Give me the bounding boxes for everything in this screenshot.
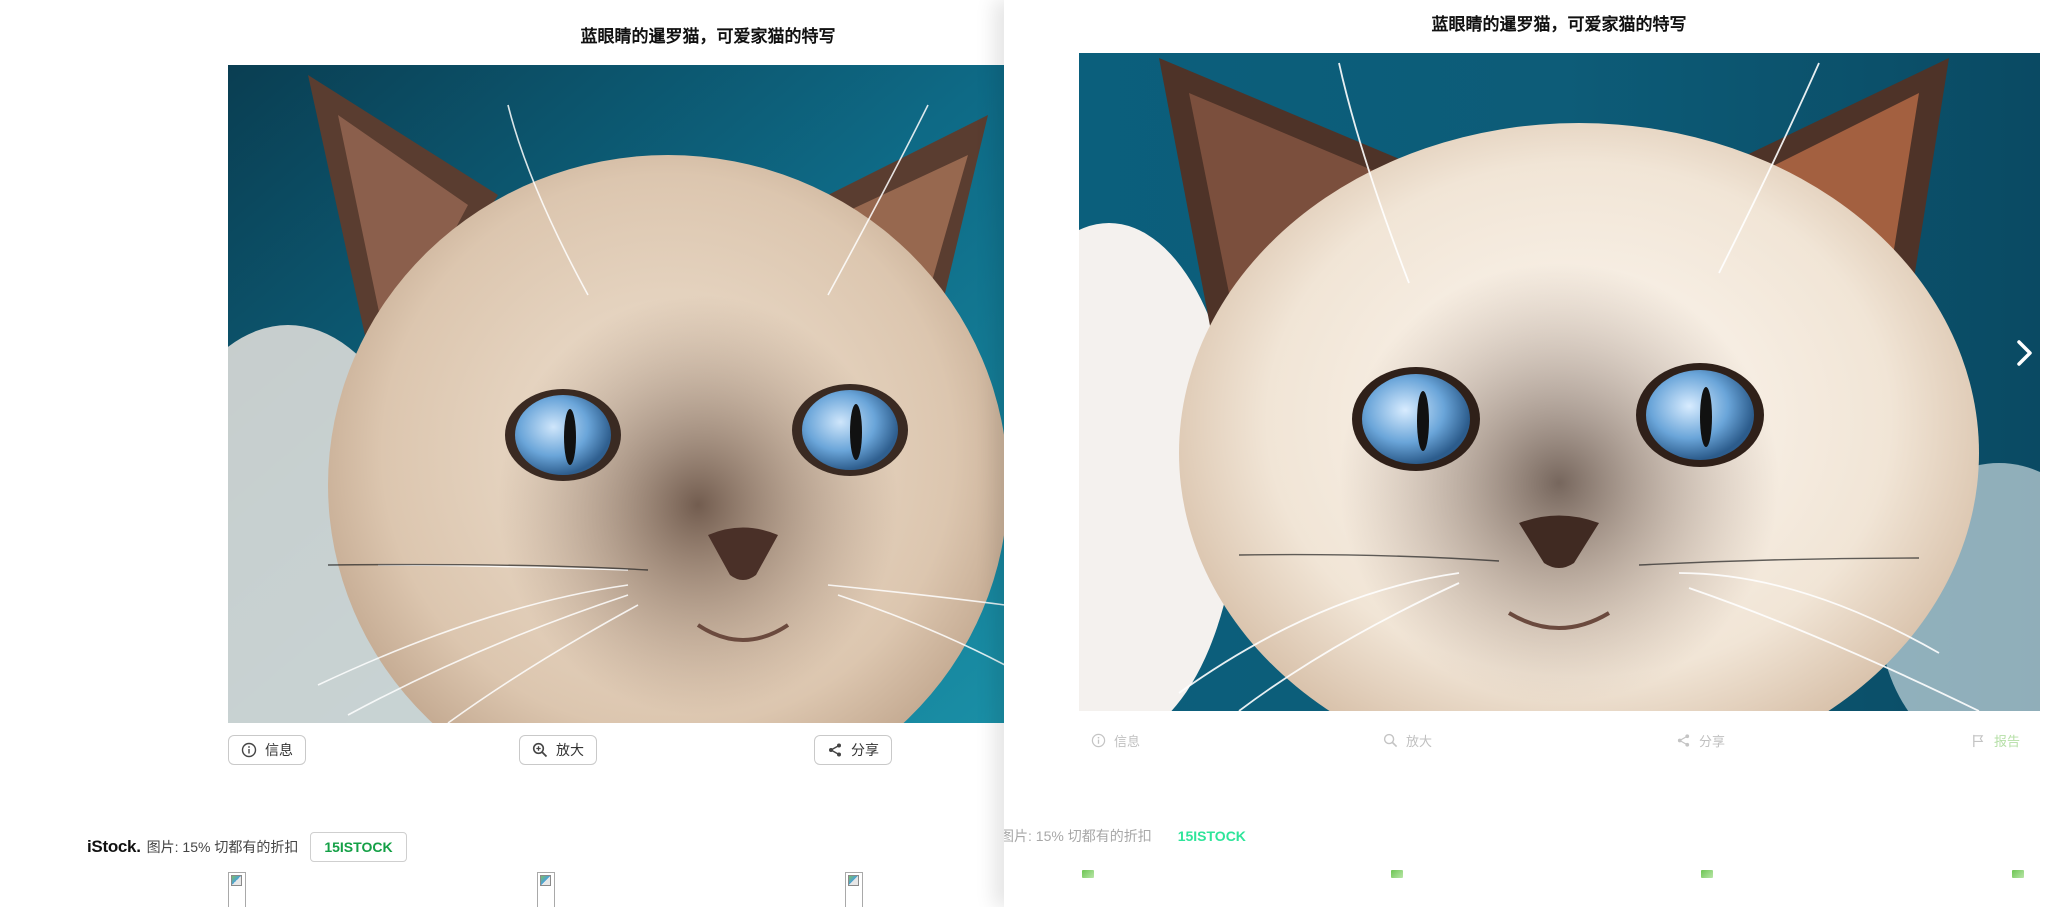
cat-photo-enhanced[interactable] [1079,53,2040,711]
chevron-right-icon [2017,340,2032,366]
zoom-label: 放大 [1406,734,1433,749]
image-title: 蓝眼睛的暹罗猫，可爱家猫的特写 [580,27,836,46]
promo-banner: iStock. 图片: 15% 切都有的折扣 15ISTOCK [87,832,407,862]
share-label: 分享 [1699,734,1726,749]
broken-image-icon[interactable] [845,872,863,907]
promo-text: 图片: 15% 切都有的折扣 [1004,828,1152,844]
share-icon [829,743,841,757]
next-image-button[interactable] [2004,333,2044,373]
info-action[interactable]: 信息 [1091,731,1140,750]
istock-logo: iStock. [87,837,141,856]
share-button[interactable]: 分享 [814,735,892,765]
broken-image-icon[interactable] [2012,870,2024,878]
broken-image-icon[interactable] [1391,870,1403,878]
broken-image-icon[interactable] [1701,870,1713,878]
broken-image-icon[interactable] [1082,870,1094,878]
promo-code-button[interactable]: 15ISTOCK [1178,828,1246,844]
info-icon [241,742,257,758]
broken-image-icon[interactable] [228,872,246,907]
zoom-label: 放大 [556,742,584,758]
info-label: 信息 [265,742,293,758]
info-button[interactable]: 信息 [228,735,306,765]
flag-icon [1973,734,1984,748]
zoom-in-icon [1383,733,1398,748]
promo-text: 图片: 15% 切都有的折扣 [146,839,299,855]
image-title: 蓝眼睛的暹罗猫，可爱家猫的特写 [1431,15,1687,34]
info-icon [1091,733,1106,748]
share-label: 分享 [851,742,879,758]
share-action[interactable]: 分享 [1676,731,1725,750]
image-viewer-right: 蓝眼睛的暹罗猫，可爱家猫的特写 信息 放大 分享 报告 图片: 15% 切都有的… [1004,0,2050,907]
image-viewer-left: 蓝眼睛的暹罗猫，可爱家猫的特写 信息 放大 分享 iStock. 图片: 15%… [0,0,1005,907]
report-label: 报告 [1994,734,2021,749]
zoom-button[interactable]: 放大 [519,735,597,765]
promo-code-button[interactable]: 15ISTOCK [310,832,407,862]
info-label: 信息 [1114,734,1141,749]
report-action[interactable]: 报告 [1971,731,2020,750]
zoom-in-icon [532,742,548,758]
zoom-action[interactable]: 放大 [1383,731,1432,750]
share-icon [1677,734,1690,747]
broken-image-icon[interactable] [537,872,555,907]
cat-photo[interactable] [228,65,1005,723]
promo-banner: 图片: 15% 切都有的折扣 15ISTOCK [1004,826,1246,846]
